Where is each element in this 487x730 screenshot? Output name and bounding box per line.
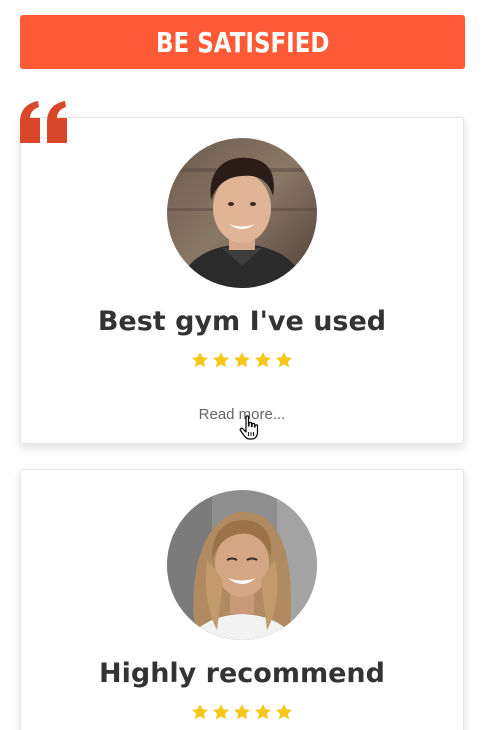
star-icon	[254, 704, 272, 720]
avatar	[167, 490, 317, 640]
star-icon	[212, 352, 230, 368]
star-rating	[21, 351, 463, 369]
banner-title: BE SATISFIED	[155, 25, 330, 59]
quote-icon	[20, 101, 67, 143]
testimonials-page: BE SATISFIED Best gym I've used Read mor…	[0, 0, 487, 730]
star-icon	[191, 352, 209, 368]
star-icon	[191, 704, 209, 720]
avatar	[167, 138, 317, 288]
testimonial-card: Highly recommend	[20, 469, 464, 730]
hand-pointer-icon	[239, 415, 259, 440]
testimonial-title: Best gym I've used	[97, 306, 387, 337]
star-icon	[275, 352, 293, 368]
star-icon	[233, 704, 251, 720]
star-icon	[212, 704, 230, 720]
section-banner: BE SATISFIED	[20, 15, 465, 69]
star-icon	[233, 352, 251, 368]
testimonial-title: Highly recommend	[99, 658, 385, 689]
star-rating	[21, 703, 463, 721]
star-icon	[254, 352, 272, 368]
star-icon	[275, 704, 293, 720]
testimonial-card: Best gym I've used Read more...	[20, 117, 464, 444]
